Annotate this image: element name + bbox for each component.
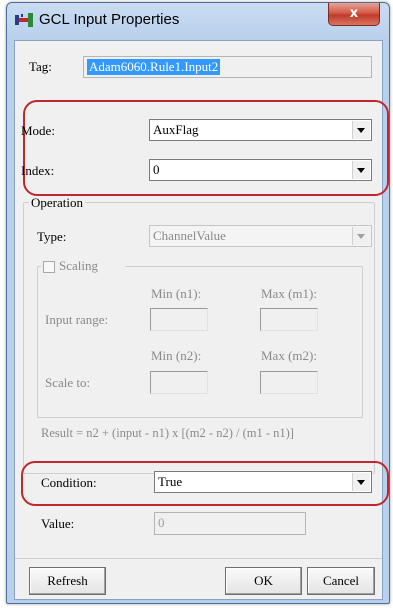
condition-value: True xyxy=(158,474,183,489)
mode-value: AuxFlag xyxy=(153,122,199,137)
type-value: ChannelValue xyxy=(153,228,226,243)
tag-value: Adam6060.Rule1.Input2 xyxy=(87,59,221,75)
divider xyxy=(15,558,382,559)
dialog-window: GCL Input Properties x Tag: Adam6060.Rul… xyxy=(6,2,390,604)
index-label: Index: xyxy=(21,163,55,178)
scaling-label: Scaling xyxy=(59,258,98,273)
mode-index-highlight xyxy=(23,100,389,196)
scaling-checkbox[interactable]: Scaling xyxy=(41,259,125,275)
chevron-down-icon[interactable] xyxy=(352,161,370,179)
mode-label: Mode: xyxy=(21,123,55,138)
max-m2-label: Max (m2): xyxy=(261,348,317,363)
min-n2-label: Min (n2): xyxy=(151,348,202,363)
value-label: Value: xyxy=(41,516,75,531)
dialog-body: Tag: Adam6060.Rule1.Input2 Mode: AuxFlag… xyxy=(14,40,389,600)
close-button[interactable]: x xyxy=(328,3,380,26)
index-value: 0 xyxy=(153,162,160,177)
type-dropdown[interactable]: ChannelValue xyxy=(149,225,372,247)
close-icon: x xyxy=(349,6,359,21)
tag-label: Tag: xyxy=(29,59,52,74)
scale-to-label: Scale to: xyxy=(45,375,91,390)
checkbox-icon[interactable] xyxy=(43,261,55,273)
mode-dropdown[interactable]: AuxFlag xyxy=(149,119,372,141)
tag-field[interactable]: Adam6060.Rule1.Input2 xyxy=(83,56,372,78)
title-bar[interactable]: GCL Input Properties x xyxy=(7,3,389,37)
chevron-down-icon[interactable] xyxy=(352,227,370,245)
window-title: GCL Input Properties xyxy=(39,11,180,28)
chevron-down-icon[interactable] xyxy=(352,121,370,139)
chevron-down-icon[interactable] xyxy=(352,473,370,491)
type-label: Type: xyxy=(37,229,67,244)
input-range-label: Input range: xyxy=(45,312,109,327)
cancel-button[interactable]: Cancel xyxy=(307,567,375,595)
max-m1-label: Max (m1): xyxy=(261,286,317,301)
condition-label: Condition: xyxy=(41,475,97,490)
condition-dropdown[interactable]: True xyxy=(154,471,372,493)
result-formula: Result = n2 + (input - n1) x [(m2 - n2) … xyxy=(41,426,294,440)
operation-legend: Operation xyxy=(29,195,85,210)
min-n1-label: Min (n1): xyxy=(151,286,202,301)
ok-button[interactable]: OK xyxy=(225,567,302,595)
min-n2-input[interactable] xyxy=(150,371,208,394)
max-m1-input[interactable] xyxy=(260,308,318,331)
index-dropdown[interactable]: 0 xyxy=(149,159,372,181)
min-n1-input[interactable] xyxy=(150,308,208,331)
gcl-app-icon xyxy=(15,13,33,27)
max-m2-input[interactable] xyxy=(260,371,318,394)
refresh-button[interactable]: Refresh xyxy=(29,567,106,595)
value-field[interactable]: 0 xyxy=(154,512,306,535)
